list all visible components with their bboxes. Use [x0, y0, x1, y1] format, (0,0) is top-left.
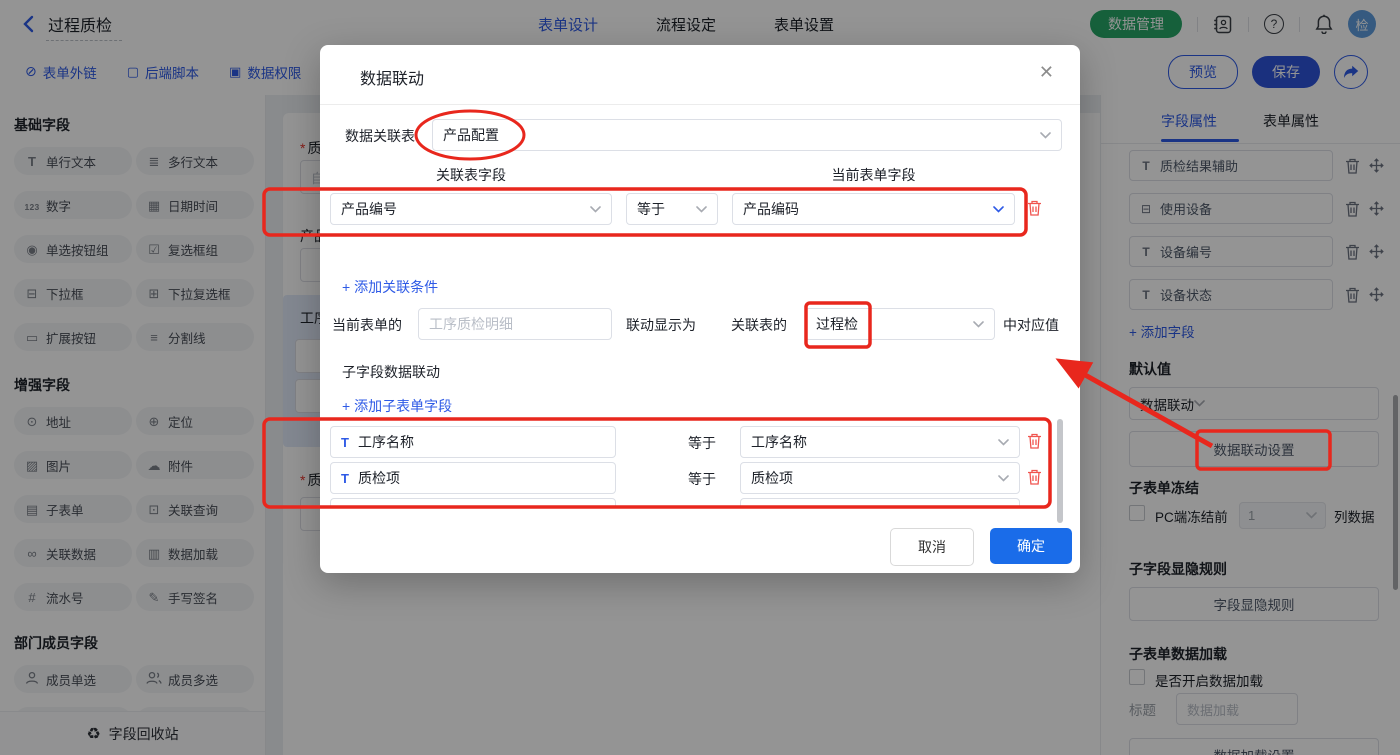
display-row-suffix: 中对应值 — [1003, 315, 1059, 335]
app-root: 过程质检 表单设计流程设定表单设置 数据管理 ? 检 ⊘表单外链▢后端脚本▣数据… — [0, 0, 1400, 755]
cancel-button[interactable]: 取消 — [890, 528, 974, 566]
subfield-value-select[interactable]: 质检项 — [740, 462, 1020, 494]
data-linkage-modal: 数据联动 ✕ 数据关联表 产品配置 关联表字段 当前表单字段 产品编号 等于 产… — [320, 45, 1080, 573]
relation-value-select[interactable]: 过程检 — [805, 308, 995, 340]
close-icon[interactable]: ✕ — [1039, 62, 1054, 83]
subfield-section-title: 子字段数据联动 — [342, 362, 440, 382]
subfield-name-box[interactable]: T工序名称 — [330, 426, 616, 458]
operator-text: 等于 — [688, 469, 716, 489]
column-header-right: 当前表单字段 — [732, 165, 1015, 185]
condition-left-select[interactable]: 产品编号 — [330, 193, 612, 225]
chevron-down-icon — [998, 475, 1009, 482]
modal-scrollbar[interactable] — [1057, 419, 1063, 523]
text-icon: T — [341, 471, 349, 486]
condition-operator-select[interactable]: 等于 — [626, 193, 718, 225]
chevron-down-icon — [1040, 132, 1051, 139]
trash-icon[interactable] — [1027, 433, 1042, 454]
add-condition-link[interactable]: + 添加关联条件 — [342, 277, 438, 297]
subfield-name-box[interactable] — [330, 498, 616, 507]
divider — [320, 104, 1080, 105]
chevron-down-icon — [696, 206, 707, 213]
chevron-down-icon — [973, 321, 984, 328]
text-icon: T — [341, 435, 349, 450]
display-row-prefix: 当前表单的 — [332, 315, 402, 335]
display-row-middle: 联动显示为 — [626, 315, 696, 335]
relation-table-label: 数据关联表 — [345, 126, 415, 146]
column-header-left: 关联表字段 — [330, 165, 612, 185]
chevron-down-icon — [993, 206, 1004, 213]
modal-title: 数据联动 — [360, 65, 424, 89]
condition-right-select[interactable]: 产品编码 — [732, 193, 1015, 225]
operator-text: 等于 — [688, 433, 716, 453]
trash-icon[interactable] — [1027, 200, 1042, 221]
relation-table-select[interactable]: 产品配置 — [432, 119, 1062, 151]
chevron-down-icon — [590, 206, 601, 213]
subfield-name-box[interactable]: T质检项 — [330, 462, 616, 494]
trash-icon[interactable] — [1027, 469, 1042, 490]
subfield-row-partial — [320, 498, 1080, 507]
subfield-value-select[interactable]: 工序名称 — [740, 426, 1020, 458]
display-row-relation-label: 关联表的 — [731, 315, 787, 335]
chevron-down-icon — [998, 439, 1009, 446]
display-field-input[interactable]: 工序质检明细 — [418, 308, 612, 340]
add-subfield-link[interactable]: + 添加子表单字段 — [342, 396, 452, 416]
subfield-value-select[interactable] — [740, 498, 1020, 507]
confirm-button[interactable]: 确定 — [990, 528, 1072, 564]
